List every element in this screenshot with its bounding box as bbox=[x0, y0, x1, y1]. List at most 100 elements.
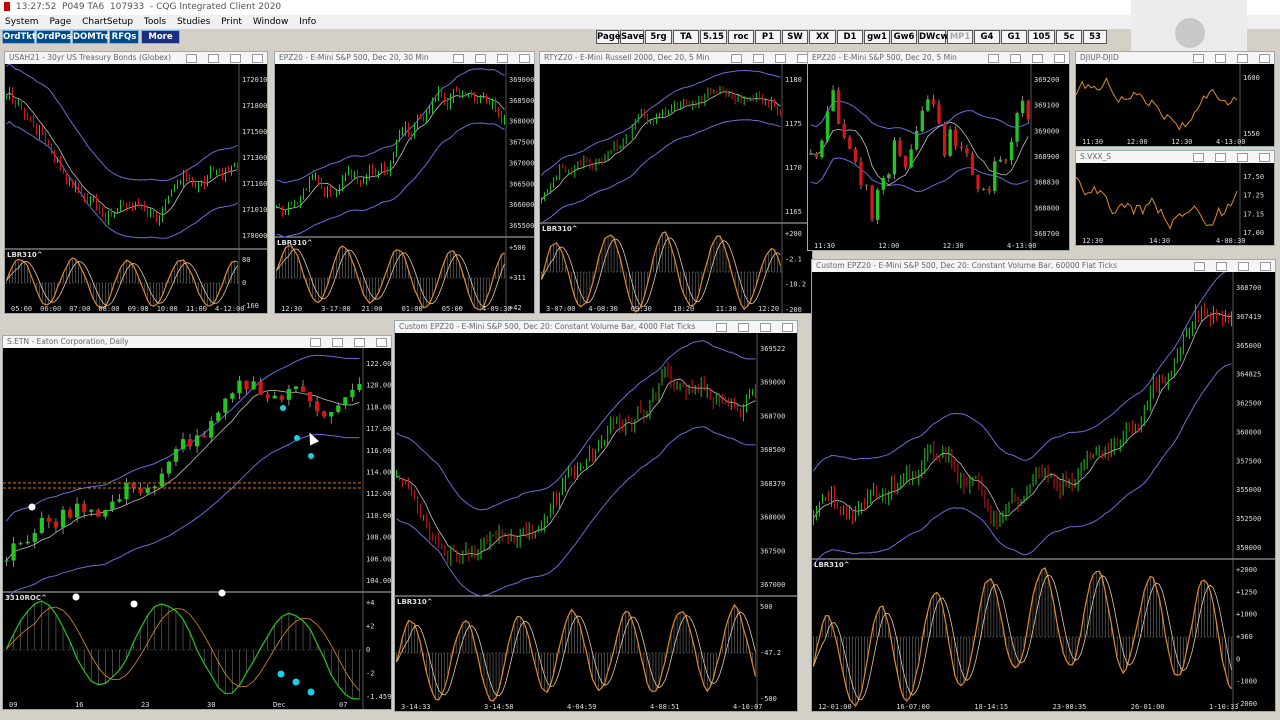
chart-canvas[interactable]: LBR310^ 368700 367419 365000 364825 362500 360… bbox=[812, 272, 1275, 711]
quick-button-ta[interactable]: TA bbox=[673, 30, 699, 44]
minimize-icon[interactable] bbox=[332, 338, 343, 347]
price-axis-label: 365500 bbox=[509, 222, 534, 230]
ordtkt-button[interactable]: OrdTkt bbox=[2, 30, 36, 44]
maximize-icon[interactable] bbox=[1237, 153, 1248, 162]
maximize-icon[interactable] bbox=[760, 323, 771, 332]
chart-window-titlebar[interactable]: DJIUP-DJID bbox=[1076, 52, 1274, 64]
chart-window-titlebar[interactable]: USAH21 - 30yr US Treasury Bonds (Globex) bbox=[5, 52, 267, 64]
candle-body bbox=[336, 405, 341, 412]
chart-window-cvb60000[interactable]: Custom EPZ20 - E-Mini S&P 500, Dec 20: C… bbox=[811, 259, 1276, 712]
quick-button-dwcw[interactable]: DWcw bbox=[918, 30, 948, 44]
menu-page[interactable]: Page bbox=[49, 17, 71, 27]
menu-chartsetup[interactable]: ChartSetup bbox=[82, 17, 133, 27]
chart-canvas[interactable]: LBR310^ 369522 369000 368700 368500 368370 368… bbox=[395, 333, 797, 711]
quick-button-105[interactable]: 105 bbox=[1028, 30, 1055, 44]
maximize-icon[interactable] bbox=[497, 54, 508, 63]
close-icon[interactable] bbox=[782, 323, 793, 332]
chart-window-titlebar[interactable]: Custom EPZ20 - E-Mini S&P 500, Dec 20: C… bbox=[395, 321, 797, 333]
quick-button-mp1[interactable]: MP1 bbox=[947, 30, 973, 44]
time-axis-label: Dec bbox=[273, 701, 286, 709]
maximize-icon[interactable] bbox=[354, 338, 365, 347]
minimize-icon[interactable] bbox=[1215, 153, 1226, 162]
chart-canvas[interactable]: LBR310^ 1180 1175 1170 1165 +200 -2.1 -10.2 -200… bbox=[540, 64, 812, 313]
minimize-icon[interactable] bbox=[475, 54, 486, 63]
time-axis-label: 4-08:30 bbox=[1216, 237, 1246, 245]
chart-window-rtyz[interactable]: RTYZ20 - E-Mini Russell 2000, Dec 20, 5 … bbox=[539, 51, 813, 314]
chart-window-ep5[interactable]: EPZ20 - E-Mini S&P 500, Dec 20, 5 Min 369… bbox=[807, 51, 1070, 251]
link-icon[interactable] bbox=[453, 54, 464, 63]
chart-window-etn[interactable]: S.ETN - Eaton Corporation, Daily 3310ROC^… bbox=[2, 335, 392, 710]
quick-button-gw6[interactable]: Gw6 bbox=[891, 30, 917, 44]
menu-system[interactable]: System bbox=[5, 17, 39, 27]
minimize-icon[interactable] bbox=[738, 323, 749, 332]
menu-window[interactable]: Window bbox=[253, 17, 289, 27]
menu-print[interactable]: Print bbox=[221, 17, 242, 27]
quick-button-roc[interactable]: roc bbox=[728, 30, 754, 44]
chart-window-titlebar[interactable]: Custom EPZ20 - E-Mini S&P 500, Dec 20: C… bbox=[812, 260, 1275, 272]
chart-window-titlebar[interactable]: RTYZ20 - E-Mini Russell 2000, Dec 20, 5 … bbox=[540, 52, 812, 64]
oscillator-axis-label: -2000 bbox=[1236, 700, 1257, 708]
close-icon[interactable] bbox=[1259, 153, 1270, 162]
chart-window-titlebar[interactable]: EPZ20 - E-Mini S&P 500, Dec 20, 30 Min bbox=[275, 52, 534, 64]
chart-window-titlebar[interactable]: S.ETN - Eaton Corporation, Daily bbox=[3, 336, 391, 348]
quick-button-g1[interactable]: G1 bbox=[1001, 30, 1027, 44]
chart-window-ep30[interactable]: EPZ20 - E-Mini S&P 500, Dec 20, 30 Min LB… bbox=[274, 51, 535, 314]
close-icon[interactable] bbox=[1260, 262, 1271, 271]
maximize-icon[interactable] bbox=[775, 54, 786, 63]
quick-button-5rg[interactable]: 5rg bbox=[645, 30, 672, 44]
chart-window-djup[interactable]: DJIUP-DJID 1600 1550 11:30 12:00 12:30 4-13:00 bbox=[1075, 51, 1275, 147]
close-icon[interactable] bbox=[252, 54, 263, 63]
chart-window-cvb4000[interactable]: Custom EPZ20 - E-Mini S&P 500, Dec 20: C… bbox=[394, 320, 798, 712]
quick-button-xx[interactable]: XX bbox=[809, 30, 836, 44]
chart-window-titlebar[interactable]: EPZ20 - E-Mini S&P 500, Dec 20, 5 Min bbox=[808, 52, 1069, 64]
chart-canvas[interactable]: 17.50 17.25 17.15 17.00 12:30 14:30 4-08:30 bbox=[1076, 163, 1274, 245]
menu-info[interactable]: Info bbox=[299, 17, 316, 27]
chart-window-usa[interactable]: USAH21 - 30yr US Treasury Bonds (Globex)… bbox=[4, 51, 268, 314]
link-icon[interactable] bbox=[1193, 153, 1204, 162]
close-icon[interactable] bbox=[1054, 54, 1065, 63]
maximize-icon[interactable] bbox=[230, 54, 241, 63]
minimize-icon[interactable] bbox=[1215, 54, 1226, 63]
chart-canvas[interactable]: LBR310^ 172010 171800 171500 171300 171160 171… bbox=[5, 64, 267, 313]
quick-button-save[interactable]: Save bbox=[620, 30, 644, 44]
minimize-icon[interactable] bbox=[208, 54, 219, 63]
quick-button-53[interactable]: 53 bbox=[1083, 30, 1107, 44]
close-icon[interactable] bbox=[1259, 54, 1270, 63]
close-icon[interactable] bbox=[519, 54, 530, 63]
link-icon[interactable] bbox=[716, 323, 727, 332]
link-icon[interactable] bbox=[1194, 262, 1205, 271]
chart-canvas[interactable]: 3310ROC^ 122.00 120.00 118.00 117.00 116.00 11… bbox=[3, 348, 391, 709]
chart-window-titlebar[interactable]: S.VXX_S bbox=[1076, 151, 1274, 163]
minimize-icon[interactable] bbox=[1010, 54, 1021, 63]
domtrd-button[interactable]: DOMTrd bbox=[72, 30, 111, 44]
quick-button-d1[interactable]: D1 bbox=[837, 30, 863, 44]
maximize-icon[interactable] bbox=[1032, 54, 1043, 63]
quick-button-p1[interactable]: P1 bbox=[755, 30, 781, 44]
menu-studies[interactable]: Studies bbox=[177, 17, 210, 27]
link-icon[interactable] bbox=[186, 54, 197, 63]
quick-button-515[interactable]: 5.15 bbox=[700, 30, 727, 44]
quick-button-g4[interactable]: G4 bbox=[974, 30, 1000, 44]
chart-canvas[interactable]: 1600 1550 11:30 12:00 12:30 4-13:00 bbox=[1076, 64, 1274, 146]
link-icon[interactable] bbox=[731, 54, 742, 63]
minimize-icon[interactable] bbox=[1216, 262, 1227, 271]
more-button[interactable]: More bbox=[141, 30, 180, 44]
chart-canvas[interactable]: 369200 369100 369000 368900 368830 368800 3687… bbox=[808, 64, 1069, 250]
maximize-icon[interactable] bbox=[1237, 54, 1248, 63]
quick-button-page[interactable]: Page bbox=[596, 30, 621, 44]
quick-button-5c[interactable]: 5c bbox=[1056, 30, 1082, 44]
link-icon[interactable] bbox=[1193, 54, 1204, 63]
quick-button-sw[interactable]: SW bbox=[782, 30, 808, 44]
ordpos-button[interactable]: OrdPos bbox=[36, 30, 72, 44]
maximize-icon[interactable] bbox=[1238, 262, 1249, 271]
chart-window-vxx[interactable]: S.VXX_S 17.50 17.25 17.15 17.00 12:30 14:30 4-0… bbox=[1075, 150, 1275, 246]
close-icon[interactable] bbox=[376, 338, 387, 347]
link-icon[interactable] bbox=[988, 54, 999, 63]
chart-canvas[interactable]: LBR310^ 369000 368500 368000 367500 367000 366… bbox=[275, 64, 534, 313]
time-axis-label: 14:30 bbox=[1149, 237, 1170, 245]
menu-tools[interactable]: Tools bbox=[144, 17, 166, 27]
minimize-icon[interactable] bbox=[753, 54, 764, 63]
link-icon[interactable] bbox=[310, 338, 321, 347]
quick-button-gw1[interactable]: gw1 bbox=[864, 30, 890, 44]
rfqs-button[interactable]: RFQs bbox=[109, 30, 139, 44]
